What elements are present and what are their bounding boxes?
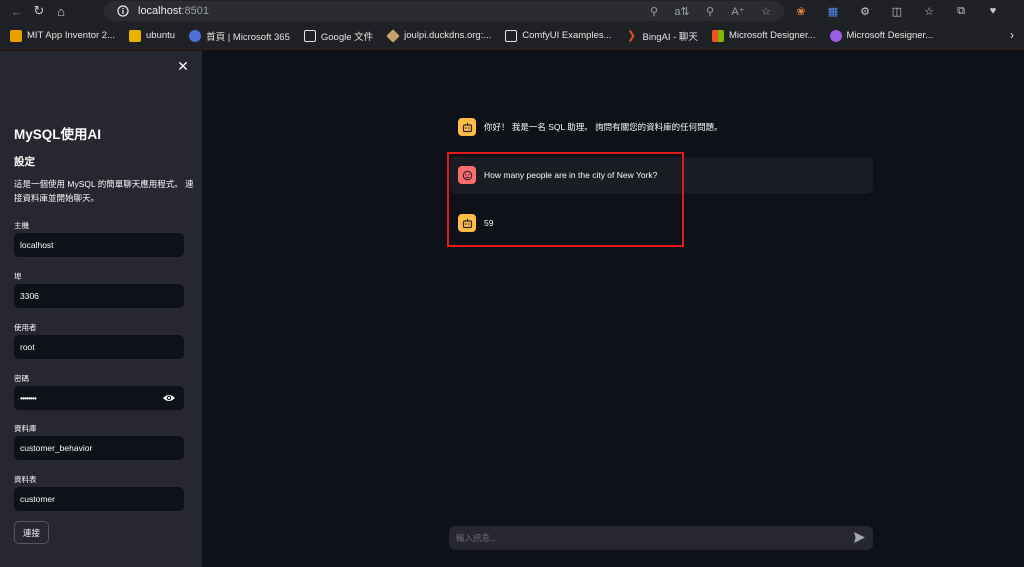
user-input[interactable]: root <box>14 335 184 359</box>
translate-extension-icon[interactable]: ▦ <box>824 2 842 20</box>
collections-icon[interactable]: ⧉ <box>952 2 970 20</box>
bookmarks-bar: MIT App Inventor 2... ubuntu 首頁 | Micros… <box>0 22 1024 50</box>
chat-message-assistant: 你好！ 我是一名 SQL 助理。 詢問有關您的資料庫的任何問題。 <box>458 118 723 136</box>
bookmark-microsoft-365[interactable]: 首頁 | Microsoft 365 <box>183 25 296 47</box>
password-input[interactable]: •••••••• <box>14 386 184 410</box>
favorite-star-icon[interactable]: ☆ <box>758 3 774 19</box>
settings-heading: 設定 <box>14 156 35 168</box>
m365-icon <box>189 29 202 42</box>
chat-main: 你好！ 我是一名 SQL 助理。 詢問有關您的資料庫的任何問題。 How man… <box>202 51 1024 567</box>
mit-logo-icon <box>10 29 22 42</box>
back-icon[interactable]: ← <box>6 0 28 22</box>
send-icon[interactable] <box>853 531 866 544</box>
reload-icon[interactable]: ↻ <box>28 0 50 22</box>
chat-input-placeholder: 輸入訊息... <box>456 533 498 543</box>
bookmark-joulpi[interactable]: joulpi.duckdns.org:... <box>381 25 497 47</box>
port-label: 埠 <box>14 272 22 281</box>
extension-icon-1[interactable]: ❀ <box>792 2 810 20</box>
browser-essentials-icon[interactable]: ♥ <box>984 2 1002 20</box>
connect-button[interactable]: 連接 <box>14 521 49 544</box>
folder-icon <box>129 29 142 42</box>
database-input[interactable]: customer_behavior <box>14 436 184 460</box>
sidebar-title: MySQL使用AI <box>14 127 102 142</box>
table-input[interactable]: customer <box>14 487 184 511</box>
favorites-icon[interactable]: ☆ <box>920 2 938 20</box>
chat-input[interactable]: 輸入訊息... <box>449 526 873 550</box>
address-bar[interactable]: localhost:8501 ⚲ a⇅ ⚲ A⁺ ☆ <box>104 1 784 21</box>
user-label: 使用者 <box>14 323 37 332</box>
microsoft-logo-icon <box>711 29 724 42</box>
bing-icon: ❯ <box>626 29 637 42</box>
bookmark-comfyui[interactable]: ComfyUI Examples... <box>499 25 617 47</box>
browser-toolbar: ← ↻ ⌂ localhost:8501 ⚲ a⇅ ⚲ A⁺ ☆ ❀ ▦ ⚙ ◫… <box>0 0 1024 22</box>
designer-icon <box>829 29 842 42</box>
password-label: 密碼 <box>14 374 29 383</box>
address-url: localhost:8501 <box>138 5 209 17</box>
chevron-right-icon[interactable]: › <box>1010 28 1014 42</box>
table-label: 資料表 <box>14 475 37 484</box>
close-icon[interactable]: ✕ <box>176 59 190 73</box>
bookmark-mit-app-inventor[interactable]: MIT App Inventor 2... <box>4 25 121 47</box>
database-label: 資料庫 <box>14 424 37 433</box>
bookmark-bingai[interactable]: ❯ BingAI - 聊天 <box>620 25 704 47</box>
translate-icon[interactable]: a⇅ <box>674 3 690 19</box>
bot-avatar-icon <box>458 118 476 136</box>
read-aloud-icon[interactable]: A⁺ <box>730 3 746 19</box>
extensions-puzzle-icon[interactable]: ⚙ <box>856 2 874 20</box>
bookmark-designer-1[interactable]: Microsoft Designer... <box>706 25 822 47</box>
zoom-icon[interactable]: ⚲ <box>702 3 718 19</box>
key-icon[interactable]: ⚲ <box>646 3 662 19</box>
split-screen-icon[interactable]: ◫ <box>888 2 906 20</box>
highlight-annotation-box <box>447 152 684 247</box>
show-password-eye-icon[interactable] <box>162 391 176 405</box>
home-icon[interactable]: ⌂ <box>50 0 72 22</box>
page-icon <box>303 29 316 42</box>
host-input[interactable]: localhost <box>14 233 184 257</box>
page-icon <box>505 29 518 42</box>
port-input[interactable]: 3306 <box>14 284 184 308</box>
bookmark-ubuntu[interactable]: ubuntu <box>123 25 181 47</box>
bookmark-google-docs[interactable]: Google 文件 <box>298 25 379 47</box>
sidebar-description: 這是一個使用 MySQL 的簡單聊天應用程式。 連接資料庫並開始聊天。 <box>14 179 194 203</box>
message-text: 你好！ 我是一名 SQL 助理。 詢問有關您的資料庫的任何問題。 <box>484 122 723 132</box>
bookmark-designer-2[interactable]: Microsoft Designer... <box>824 25 940 47</box>
host-label: 主機 <box>14 221 29 230</box>
site-info-icon[interactable] <box>114 2 132 20</box>
joulpi-icon <box>386 28 400 43</box>
sidebar: ✕ MySQL使用AI 設定 這是一個使用 MySQL 的簡單聊天應用程式。 連… <box>0 51 202 567</box>
